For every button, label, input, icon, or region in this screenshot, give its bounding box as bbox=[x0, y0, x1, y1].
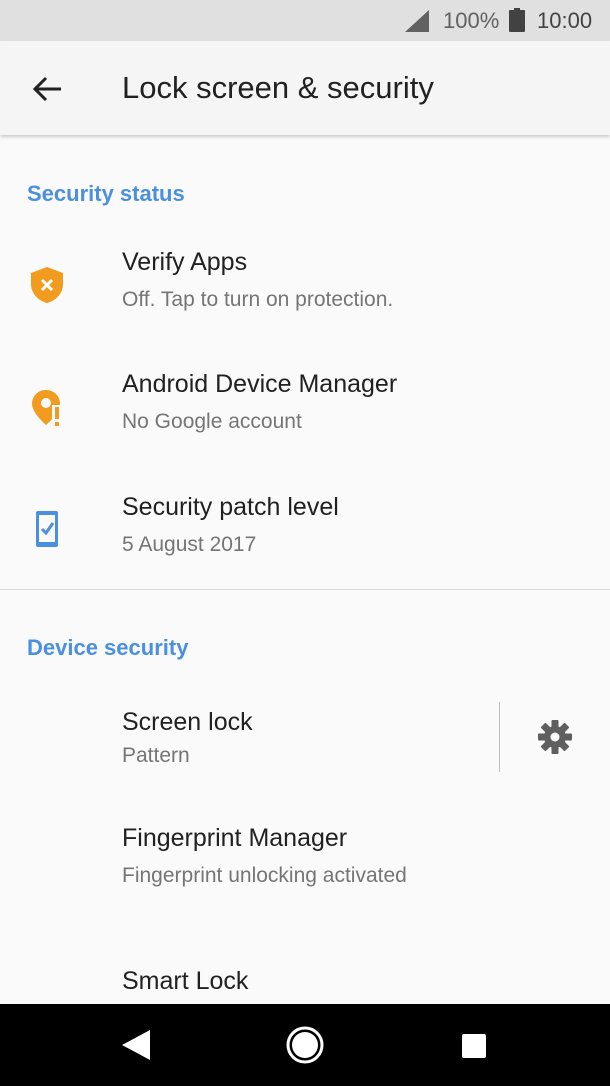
pref-verify-apps[interactable]: Verify Apps Off. Tap to turn on protecti… bbox=[0, 230, 610, 340]
phone-check-icon bbox=[36, 511, 58, 547]
pref-title: Screen lock bbox=[122, 708, 253, 736]
recents-square-icon[interactable] bbox=[461, 1033, 487, 1059]
section-header-security-status: Security status bbox=[27, 181, 185, 206]
pref-android-device-manager[interactable]: Android Device Manager No Google account bbox=[0, 352, 610, 462]
app-toolbar: Lock screen & security bbox=[0, 41, 610, 135]
back-arrow-icon[interactable] bbox=[28, 69, 68, 109]
pref-subtitle: 5 August 2017 bbox=[122, 533, 257, 556]
pref-subtitle: Pattern bbox=[122, 744, 190, 767]
pref-smart-lock[interactable]: Smart Lock bbox=[0, 950, 610, 1004]
pref-subtitle: Fingerprint unlocking activated bbox=[122, 864, 407, 887]
location-alert-icon bbox=[32, 390, 62, 427]
pref-title: Security patch level bbox=[122, 493, 339, 521]
pref-title: Verify Apps bbox=[122, 248, 248, 276]
signal-icon bbox=[405, 10, 429, 32]
navigation-bar bbox=[0, 1004, 610, 1086]
lock-screen-security-page: 100% 10:00 Lock screen & security Securi… bbox=[0, 0, 610, 1086]
pref-fingerprint-manager[interactable]: Fingerprint Manager Fingerprint unlockin… bbox=[0, 806, 610, 916]
back-triangle-icon[interactable] bbox=[120, 1028, 152, 1062]
pref-security-patch-level[interactable]: Security patch level 5 August 2017 bbox=[0, 475, 610, 585]
pref-subtitle: Off. Tap to turn on protection. bbox=[122, 288, 394, 311]
battery-icon bbox=[509, 8, 525, 32]
pref-title: Fingerprint Manager bbox=[122, 824, 348, 852]
gear-icon[interactable] bbox=[537, 719, 573, 755]
pref-screen-lock[interactable]: Screen lock Pattern bbox=[0, 690, 498, 784]
section-header-device-security: Device security bbox=[27, 635, 189, 660]
pref-subtitle: No Google account bbox=[122, 410, 302, 433]
vertical-divider bbox=[499, 702, 500, 772]
section-divider bbox=[0, 589, 610, 590]
pref-title: Smart Lock bbox=[122, 967, 249, 995]
shield-warning-icon bbox=[31, 267, 63, 303]
pref-title: Android Device Manager bbox=[122, 370, 398, 398]
clock: 10:00 bbox=[537, 8, 593, 33]
page-title: Lock screen & security bbox=[122, 70, 434, 105]
home-circle-icon[interactable] bbox=[285, 1025, 325, 1065]
battery-percent: 100% bbox=[443, 8, 500, 33]
status-bar: 100% 10:00 bbox=[0, 0, 610, 41]
